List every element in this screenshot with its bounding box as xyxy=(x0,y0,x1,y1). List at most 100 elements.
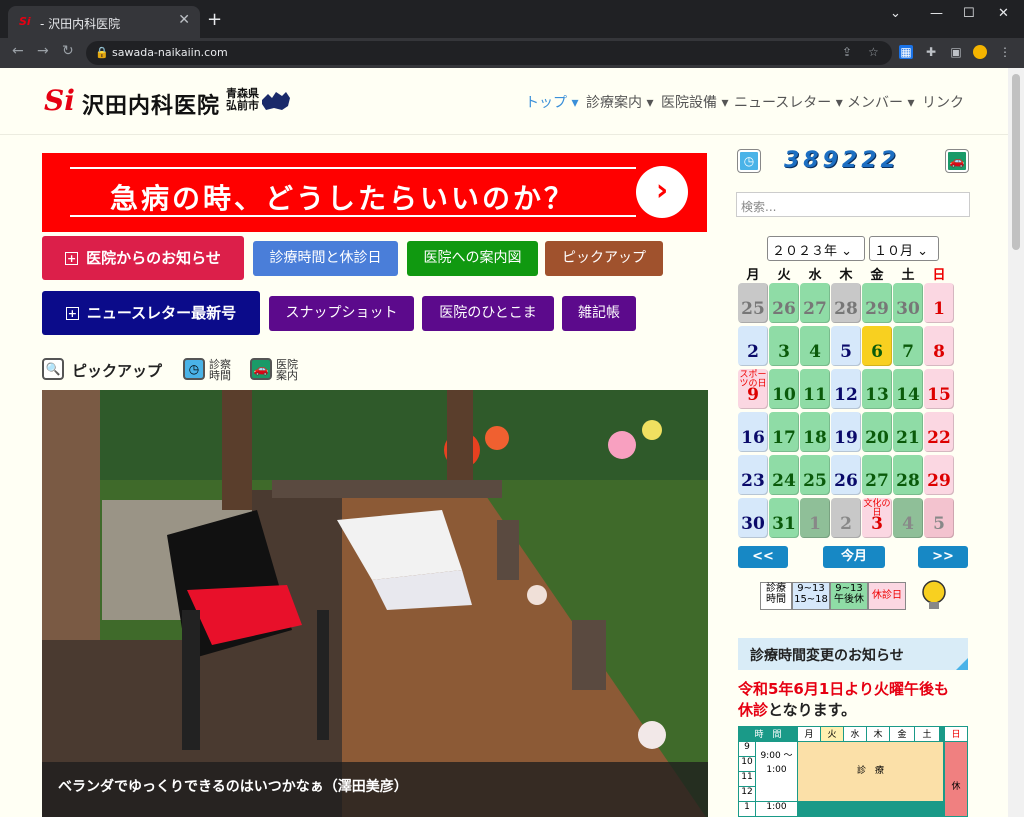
calendar-day[interactable]: 27 xyxy=(862,455,892,495)
clock-icon[interactable]: ◷ xyxy=(738,150,760,172)
close-tab-icon[interactable]: ✕ xyxy=(178,12,190,28)
calendar-day[interactable]: 4 xyxy=(800,326,830,366)
calendar-day[interactable]: 8 xyxy=(924,326,954,366)
calendar-day[interactable]: 29 xyxy=(924,455,954,495)
menu-members[interactable]: メンバー ▾ xyxy=(847,92,914,112)
newsletter-button[interactable]: + ニュースレター最新号 xyxy=(42,291,260,335)
menu-clinic-guide[interactable]: 診療案内 ▾ xyxy=(586,92,653,112)
scene-button[interactable]: 医院のひとこま xyxy=(422,296,554,331)
address-bar[interactable]: 🔒 sawada-naikaiin.com ⇪ ☆ xyxy=(86,41,892,65)
calendar-day[interactable]: 23 xyxy=(738,455,768,495)
aomori-map-icon xyxy=(262,92,290,110)
calendar-day[interactable]: 4 xyxy=(893,498,923,538)
notice-button[interactable]: + 医院からのお知らせ xyxy=(42,236,244,280)
calendar-day[interactable]: 12 xyxy=(831,369,861,409)
calendar-day[interactable]: 24 xyxy=(769,455,799,495)
calendar-day[interactable]: 28 xyxy=(893,455,923,495)
calendar-day-number: 18 xyxy=(803,428,827,448)
calendar-day[interactable]: 13 xyxy=(862,369,892,409)
back-icon[interactable]: ← xyxy=(12,43,24,59)
calendar-day[interactable]: 18 xyxy=(800,412,830,452)
calendar-next-button[interactable]: >> xyxy=(918,546,968,568)
calendar-day[interactable]: 29 xyxy=(862,283,892,323)
search-input[interactable]: 検索... xyxy=(736,192,970,217)
schedule-head-thu: 木 xyxy=(867,727,889,741)
share-icon[interactable]: ⇪ xyxy=(842,45,852,59)
year-select[interactable]: ２０２３年 ⌄ xyxy=(767,236,865,261)
calendar-day[interactable]: 27 xyxy=(800,283,830,323)
calendar-day[interactable]: 30 xyxy=(893,283,923,323)
calendar-day[interactable]: 30 xyxy=(738,498,768,538)
calendar-day[interactable]: 20 xyxy=(862,412,892,452)
calendar-day[interactable]: 3 xyxy=(769,326,799,366)
calendar-day[interactable]: 25 xyxy=(738,283,768,323)
tab-search-icon[interactable]: ⌄ xyxy=(890,6,901,21)
calendar-day[interactable]: 31 xyxy=(769,498,799,538)
maximize-icon[interactable]: ☐ xyxy=(963,6,975,21)
calendar-day[interactable]: 22 xyxy=(924,412,954,452)
menu-kebab-icon[interactable]: ⋮ xyxy=(998,45,1012,59)
scrollbar-thumb[interactable] xyxy=(1012,74,1020,250)
magnifier-icon: 🔍 xyxy=(42,358,64,380)
close-window-icon[interactable]: ✕ xyxy=(998,6,1009,21)
avatar[interactable] xyxy=(973,45,987,59)
notes-button[interactable]: 雑記帳 xyxy=(562,296,636,331)
calendar-day[interactable]: 19 xyxy=(831,412,861,452)
calendar-day[interactable]: 26 xyxy=(769,283,799,323)
calendar-day[interactable]: 9 スポーツの日 xyxy=(738,369,768,409)
menu-top[interactable]: トップ ▾ xyxy=(525,92,578,112)
calendar-weekday: 月 xyxy=(746,268,760,283)
calendar-day[interactable]: 15 xyxy=(924,369,954,409)
menu-facilities[interactable]: 医院設備 ▾ xyxy=(661,92,728,112)
calendar-day[interactable]: 7 xyxy=(893,326,923,366)
menu-newsletter[interactable]: ニュースレター ▾ xyxy=(734,92,843,112)
calendar-day[interactable]: 1 xyxy=(924,283,954,323)
browser-tab[interactable]: Si - 沢田内科医院 ✕ xyxy=(8,6,200,38)
car-icon[interactable]: 🚗 xyxy=(250,358,272,380)
calendar-day[interactable]: 14 xyxy=(893,369,923,409)
calendar-day[interactable]: 2 xyxy=(831,498,861,538)
bookmark-star-icon[interactable]: ☆ xyxy=(868,45,879,59)
chevron-right-icon[interactable]: › xyxy=(636,166,688,218)
hours-icon-label[interactable]: 診察 時間 xyxy=(209,359,233,381)
side-panel-icon[interactable]: ▣ xyxy=(949,45,963,59)
calendar-day[interactable]: 21 xyxy=(893,412,923,452)
pickup-photo[interactable]: ベランダでゆっくりできるのはいつかなぁ（澤田美彦） xyxy=(42,390,708,817)
access-icon-label[interactable]: 医院 案内 xyxy=(276,359,300,381)
extensions-puzzle-icon[interactable]: ✚ xyxy=(924,45,938,59)
clock-icon[interactable]: ◷ xyxy=(183,358,205,380)
reload-icon[interactable]: ↻ xyxy=(62,43,74,59)
calendar-day[interactable]: 5 xyxy=(924,498,954,538)
calendar-day-number: 30 xyxy=(896,299,920,319)
minimize-icon[interactable]: — xyxy=(930,6,943,21)
browser-toolbar: ← → ↻ 🔒 sawada-naikaiin.com ⇪ ☆ ▦ ✚ ▣ ⋮ xyxy=(0,38,1024,68)
extension-icon[interactable]: ▦ xyxy=(899,45,913,59)
map-button[interactable]: 医院への案内図 xyxy=(407,241,538,276)
emergency-banner[interactable]: 急病の時、どうしたらいいのか？ › xyxy=(42,153,707,232)
new-tab-icon[interactable]: + xyxy=(207,9,222,30)
menu-links[interactable]: リンク xyxy=(922,92,964,112)
calendar-prev-button[interactable]: << xyxy=(738,546,788,568)
calendar-day[interactable]: 28 xyxy=(831,283,861,323)
calendar-day[interactable]: 17 xyxy=(769,412,799,452)
month-select[interactable]: １０月 ⌄ xyxy=(869,236,939,261)
pickup-button[interactable]: ピックアップ xyxy=(545,241,663,276)
calendar-day[interactable]: 5 xyxy=(831,326,861,366)
section-title: ピックアップ xyxy=(72,362,163,380)
calendar-day[interactable]: 10 xyxy=(769,369,799,409)
forward-icon[interactable]: → xyxy=(37,43,49,59)
calendar-day[interactable]: 2 xyxy=(738,326,768,366)
car-icon[interactable]: 🚗 xyxy=(946,150,968,172)
calendar-day[interactable]: 1 xyxy=(800,498,830,538)
schedule-head-time: 時 間 xyxy=(739,727,797,741)
calendar-day[interactable]: 25 xyxy=(800,455,830,495)
page-scrollbar[interactable] xyxy=(1008,68,1024,817)
calendar-day[interactable]: 26 xyxy=(831,455,861,495)
calendar-day[interactable]: 16 xyxy=(738,412,768,452)
calendar-day[interactable]: 11 xyxy=(800,369,830,409)
calendar-today-button[interactable]: 今月 xyxy=(823,546,885,568)
snapshot-button[interactable]: スナップショット xyxy=(269,296,414,331)
hours-button[interactable]: 診療時間と休診日 xyxy=(253,241,398,276)
calendar-day[interactable]: 3 文化の日 xyxy=(862,498,892,538)
calendar-day[interactable]: 6 xyxy=(862,326,892,366)
